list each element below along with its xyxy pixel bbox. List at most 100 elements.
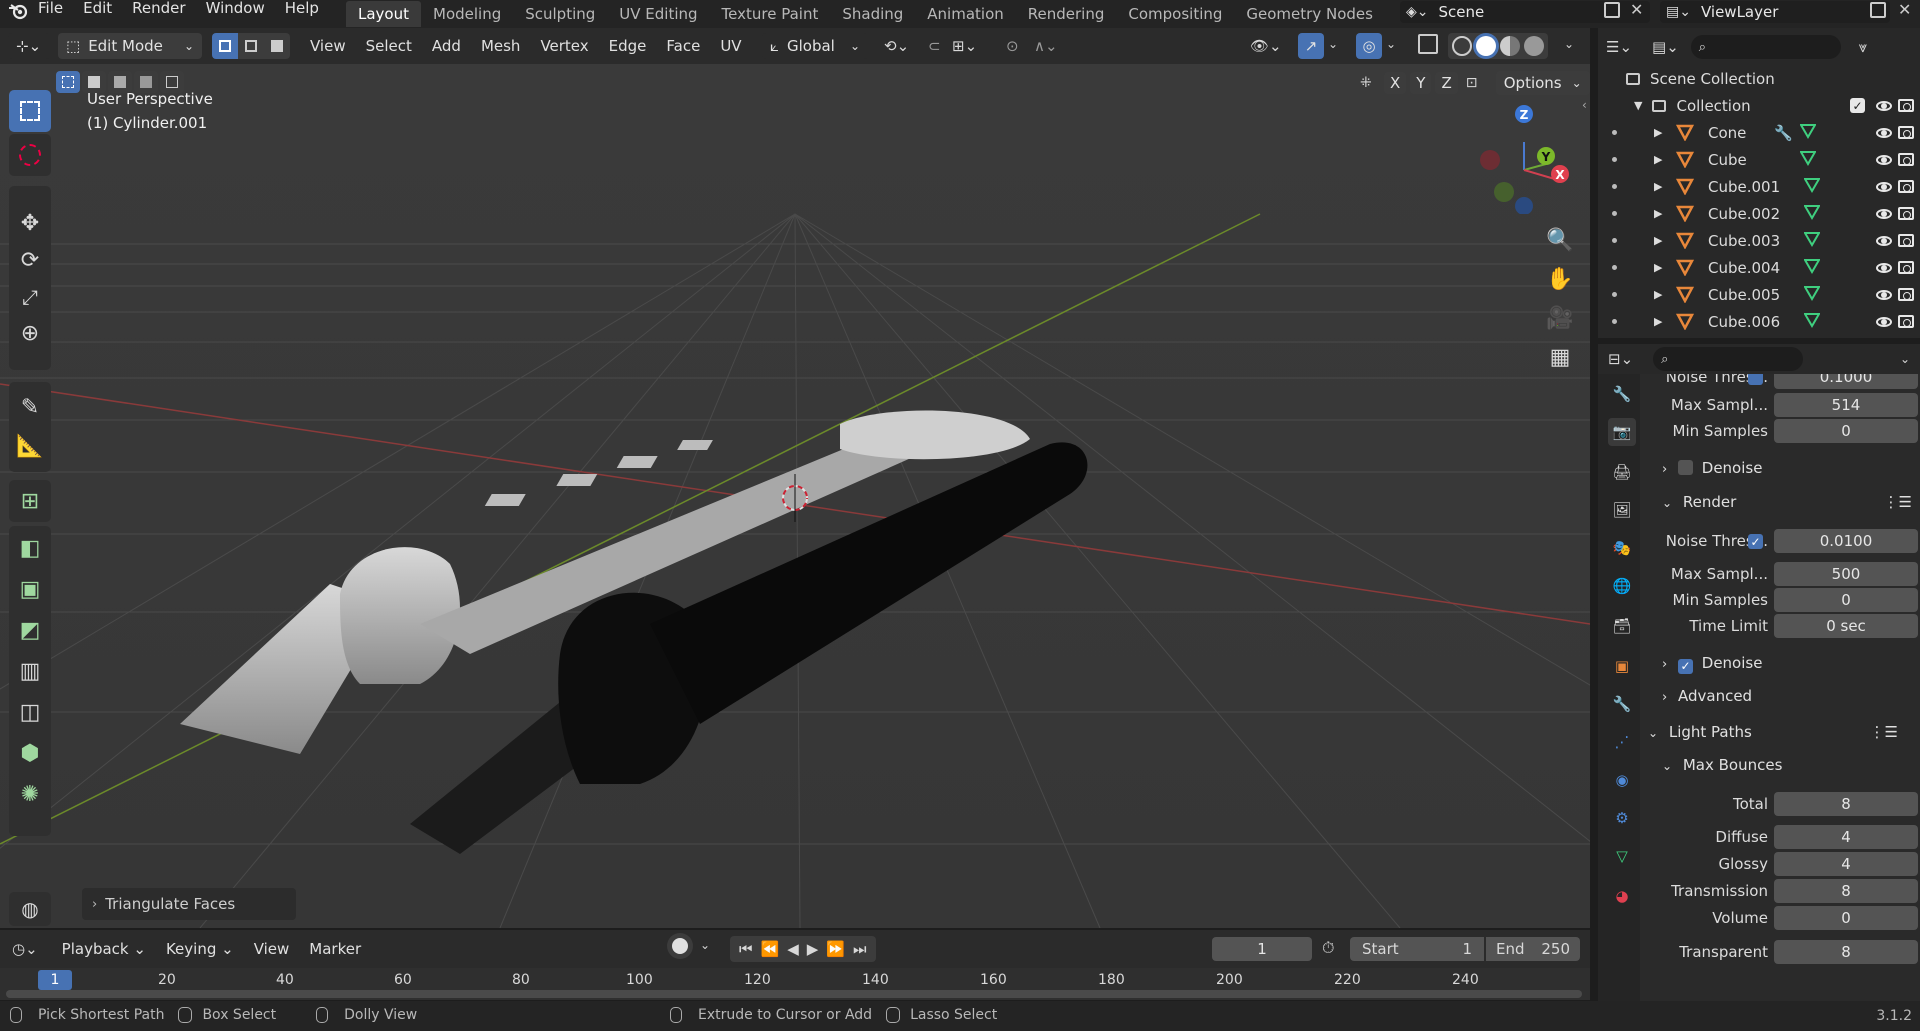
top-partial-checkbox[interactable] — [1748, 374, 1763, 385]
expand-right-icon[interactable]: ▶ — [1654, 180, 1662, 193]
light-paths-section[interactable]: ⌄ Light Paths ⋮☰ — [1648, 718, 1918, 746]
camera-view-icon[interactable]: 🎥 — [1546, 306, 1573, 331]
jump-keyframe-forward-icon[interactable]: ⏩ — [823, 940, 848, 958]
menu-marker[interactable]: Marker — [299, 940, 371, 958]
select-extend-button[interactable] — [82, 71, 106, 93]
time-limit-field[interactable]: 0 sec — [1774, 614, 1918, 638]
render-camera-icon[interactable] — [1898, 153, 1914, 166]
zoom-icon[interactable]: 🔍 — [1546, 228, 1573, 253]
mirror-x-button[interactable]: X — [1384, 72, 1407, 94]
blender-logo-icon[interactable] — [8, 1, 28, 21]
poly-build-icon[interactable]: ⬢ — [20, 741, 39, 766]
scene-collection-row[interactable]: Scene Collection — [1598, 65, 1920, 92]
snap-magnet-icon[interactable]: ⊂ — [928, 37, 941, 55]
tab-uv-editing[interactable]: UV Editing — [607, 1, 709, 27]
view-layer-close-icon[interactable]: ✕ — [1898, 0, 1911, 19]
viewport-min-samples-field[interactable]: 0 — [1774, 419, 1918, 443]
material-shading-icon[interactable] — [1500, 36, 1520, 56]
expand-right-icon[interactable]: ▶ — [1654, 261, 1662, 274]
outliner-item[interactable]: ▶ Cube.003 — [1598, 227, 1920, 254]
output-tab-icon[interactable]: 🖨 — [1608, 458, 1636, 486]
snap-element-icon[interactable]: ⊞⌄ — [952, 37, 977, 55]
edge-select-button[interactable] — [238, 33, 264, 59]
jump-start-icon[interactable]: ⏮ — [736, 940, 756, 958]
viewport-max-samples-field[interactable]: 514 — [1774, 393, 1918, 417]
select-invert-button[interactable] — [134, 71, 158, 93]
display-mode-icon[interactable]: ▤⌄ — [1652, 38, 1679, 56]
menu-edit[interactable]: Edit — [73, 0, 122, 25]
filter-icon[interactable]: ⩔ — [1859, 38, 1867, 56]
expand-right-icon[interactable]: ▶ — [1654, 207, 1662, 220]
mesh-data-icon[interactable] — [1803, 312, 1821, 332]
properties-editor-icon[interactable]: ⊟⌄ — [1608, 350, 1633, 368]
gizmo-toggle-button[interactable]: ↗ — [1298, 33, 1324, 59]
view-layer-copy-icon[interactable] — [1870, 2, 1886, 18]
mirror-y-button[interactable]: Y — [1410, 72, 1432, 94]
modifier-tab-icon[interactable]: 🔧 — [1608, 690, 1636, 718]
expand-right-icon[interactable]: ▶ — [1654, 153, 1662, 166]
scene-copy-icon[interactable] — [1604, 2, 1620, 18]
list-drag-icon[interactable]: ⋮☰ — [1870, 718, 1898, 746]
mesh-data-icon[interactable] — [1803, 258, 1821, 278]
physics-tab-icon[interactable]: ◉ — [1608, 766, 1636, 794]
timeline-scrollbar[interactable] — [6, 990, 1582, 998]
bounce-field[interactable]: 8 — [1774, 792, 1918, 816]
navigation-gizmo[interactable]: Z Y X — [1478, 94, 1588, 215]
gizmo-dropdown-icon[interactable]: ⌄ — [1328, 37, 1338, 51]
transform-icon[interactable]: ⊕ — [21, 321, 39, 346]
mirror-z-button[interactable]: Z — [1435, 72, 1458, 94]
select-box-tool[interactable] — [9, 90, 51, 132]
render-camera-icon[interactable] — [1898, 315, 1914, 328]
expand-down-icon[interactable]: ▼ — [1634, 99, 1642, 112]
ortho-grid-icon[interactable]: ▦ — [1550, 345, 1571, 370]
annotate-icon[interactable]: ✎ — [21, 395, 39, 420]
menu-add[interactable]: Add — [422, 37, 471, 55]
add-cube-tool[interactable]: ⊞ — [9, 480, 51, 522]
render-camera-icon[interactable] — [1898, 261, 1914, 274]
spin-icon[interactable]: ✺ — [21, 782, 39, 807]
menu-file[interactable]: File — [28, 0, 73, 25]
outliner-item[interactable]: ▶ Cube.006 — [1598, 308, 1920, 335]
bevel-icon[interactable]: ◩ — [20, 618, 41, 643]
mesh-data-icon[interactable] — [1803, 204, 1821, 224]
scene-tab-icon[interactable]: 🎭 — [1608, 534, 1636, 562]
bounce-field[interactable]: 8 — [1774, 940, 1918, 964]
render-camera-icon[interactable] — [1898, 288, 1914, 301]
overlay-dropdown-icon[interactable]: ⌄ — [1386, 37, 1396, 51]
operator-panel[interactable]: › Triangulate Faces — [82, 888, 296, 920]
eye-icon[interactable] — [1876, 208, 1892, 219]
properties-options-icon[interactable]: ⌄ — [1900, 352, 1910, 366]
falloff-icon[interactable]: ∧⌄ — [1034, 37, 1058, 55]
knife-icon[interactable]: ◫ — [20, 700, 41, 725]
render-section[interactable]: ⌄ Render ⋮☰ — [1662, 488, 1920, 516]
shading-dropdown-icon[interactable]: ⌄ — [1564, 37, 1574, 51]
tab-shading[interactable]: Shading — [830, 1, 915, 27]
outliner-editor-icon[interactable]: ☰⌄ — [1606, 38, 1632, 56]
tab-texture-paint[interactable]: Texture Paint — [710, 1, 831, 27]
eye-icon[interactable] — [1876, 316, 1892, 327]
sidebar-toggle-icon[interactable]: ‹ — [1582, 98, 1587, 112]
bounce-field[interactable]: 4 — [1774, 825, 1918, 849]
mesh-data-icon[interactable] — [1799, 150, 1817, 170]
view-layer-tab-icon[interactable]: 🖼 — [1608, 496, 1636, 524]
cursor-tool[interactable] — [9, 134, 51, 176]
max-bounces-section[interactable]: ⌄ Max Bounces — [1662, 751, 1920, 779]
menu-help[interactable]: Help — [275, 0, 329, 25]
jump-end-icon[interactable]: ⏭ — [850, 940, 870, 958]
menu-uv[interactable]: UV — [710, 37, 751, 55]
mesh-data-icon[interactable] — [1803, 231, 1821, 251]
menu-select[interactable]: Select — [356, 37, 422, 55]
tool-tab-icon[interactable]: 🔧 — [1608, 380, 1636, 408]
modifier-wrench-icon[interactable]: 🔧 — [1774, 124, 1793, 142]
view-layer-selector[interactable]: ▤⌄ ViewLayer — [1660, 1, 1890, 23]
top-partial-field[interactable]: 0.1000 — [1774, 374, 1918, 389]
outliner-item[interactable]: ▶ Cube.002 — [1598, 200, 1920, 227]
mesh-data-icon[interactable] — [1803, 177, 1821, 197]
scene-close-icon[interactable]: ✕ — [1630, 0, 1643, 19]
render-denoise-checkbox[interactable]: ✓ — [1677, 658, 1693, 674]
select-new-button[interactable] — [56, 71, 80, 93]
mirror-icon[interactable]: ⁜ — [1360, 75, 1380, 91]
collection-exclude-checkbox[interactable]: ✓ — [1850, 98, 1865, 113]
expand-right-icon[interactable]: ▶ — [1654, 315, 1662, 328]
solid-shading-icon[interactable] — [1476, 36, 1496, 56]
